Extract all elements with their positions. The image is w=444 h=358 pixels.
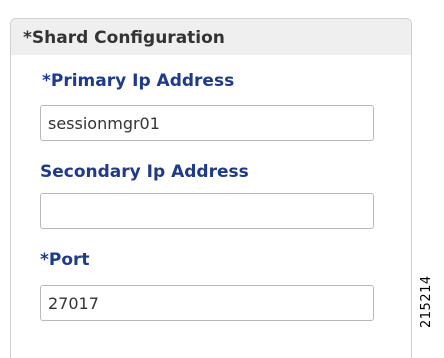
port-input[interactable]: [40, 285, 374, 321]
secondary-ip-input[interactable]: [40, 193, 374, 229]
figure-id: 215214: [419, 275, 434, 328]
primary-ip-label: *Primary Ip Address: [42, 71, 235, 91]
panel-header: *Shard Configuration: [11, 19, 411, 55]
port-label: *Port: [40, 250, 90, 270]
secondary-ip-label: Secondary Ip Address: [40, 162, 249, 182]
primary-ip-input[interactable]: [40, 105, 374, 141]
panel-title: *Shard Configuration: [23, 28, 225, 48]
